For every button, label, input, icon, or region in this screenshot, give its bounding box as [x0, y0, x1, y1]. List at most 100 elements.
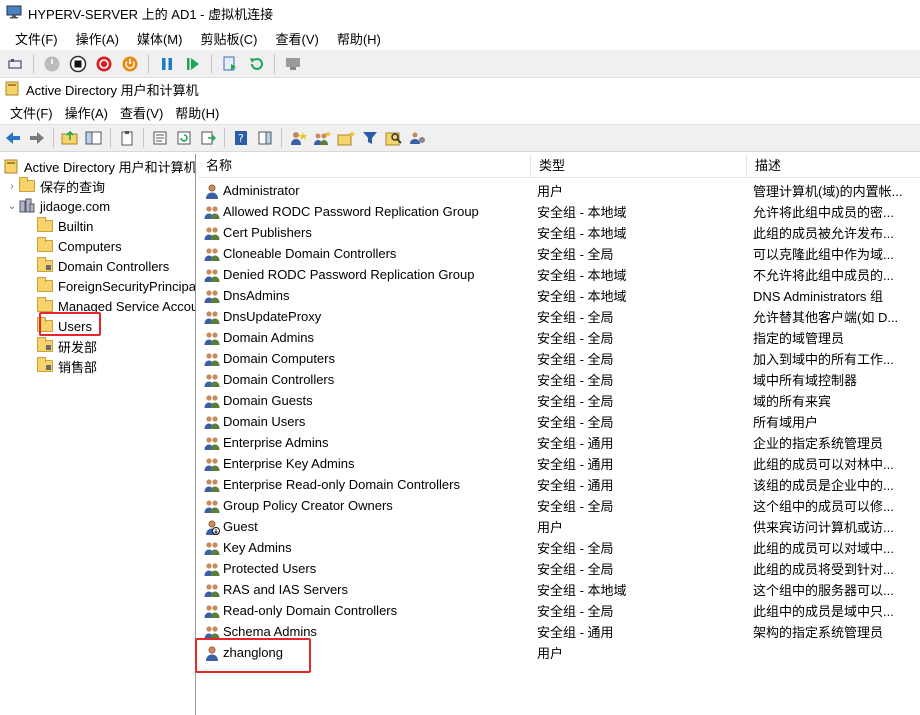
separator	[148, 53, 149, 74]
separator	[224, 128, 225, 148]
cell-description: 企业的指定系统管理员	[753, 436, 884, 451]
forward-arrow-icon[interactable]	[26, 127, 48, 149]
cell-description: 不允许将此组中成员的...	[753, 268, 894, 283]
cell-description: 加入到域中的所有工作...	[753, 352, 894, 367]
mmc-menu-view[interactable]: 查看(V)	[114, 103, 169, 122]
show-hide-tree-icon[interactable]	[83, 127, 105, 149]
tree-item-managed-service-accounts[interactable]: Managed Service Accounts	[24, 296, 195, 316]
table-row[interactable]: Schema Admins 安全组 - 通用 架构的指定系统管理员	[198, 621, 920, 642]
vm-menu-view[interactable]: 查看(V)	[267, 29, 328, 48]
table-row[interactable]: Cloneable Domain Controllers 安全组 - 全局 可以克隆…	[198, 243, 920, 264]
table-row[interactable]: Domain Computers 安全组 - 全局 加入到域中的所有工作...	[198, 348, 920, 369]
table-row[interactable]: RAS and IAS Servers 安全组 - 本地域 这个组中的服务器可以..…	[198, 579, 920, 600]
table-row[interactable]: Enterprise Read-only Domain Controllers 安…	[198, 474, 920, 495]
table-row[interactable]: Guest 用户 供来宾访问计算机或访...	[198, 516, 920, 537]
pause-icon[interactable]	[156, 53, 178, 75]
turn-off-icon[interactable]	[67, 53, 89, 75]
new-user-icon[interactable]	[287, 127, 309, 149]
tree-item-builtin[interactable]: Builtin	[24, 216, 93, 236]
new-ou-icon[interactable]	[335, 127, 357, 149]
tree-item-label: ForeignSecurityPrincipals	[58, 278, 196, 294]
tree-item-saved-queries[interactable]: › 保存的查询	[6, 176, 105, 196]
add-to-group-icon[interactable]	[407, 127, 429, 149]
table-row[interactable]: DnsAdmins 安全组 - 本地域 DNS Administrators 组	[198, 285, 920, 306]
tree-item-foreign-security-principals[interactable]: ForeignSecurityPrincipals	[24, 276, 196, 296]
cell-type: 安全组 - 全局	[537, 499, 614, 514]
column-header-type[interactable]: 类型	[531, 154, 747, 178]
tree-root[interactable]: Active Directory 用户和计算机	[2, 156, 195, 176]
table-row[interactable]: zhanglong 用户	[198, 642, 920, 663]
cell-description: 此组的成员可以对林中...	[753, 457, 894, 472]
mmc-menu-file[interactable]: 文件(F)	[4, 103, 59, 122]
cell-description: 此组的成员将受到针对...	[753, 562, 894, 577]
tree-item-users[interactable]: Users	[24, 316, 92, 336]
row-name-text: Domain Users	[223, 414, 306, 429]
vm-menu-media[interactable]: 媒体(M)	[128, 29, 192, 48]
resume-icon[interactable]	[182, 53, 204, 75]
row-name-text: Domain Admins	[223, 330, 315, 345]
revert-icon[interactable]	[245, 53, 267, 75]
group-icon	[204, 204, 220, 220]
table-row[interactable]: Denied RODC Password Replication Group 安全…	[198, 264, 920, 285]
vm-menu-file[interactable]: 文件(F)	[6, 29, 67, 48]
group-icon	[204, 393, 220, 409]
group-icon	[204, 624, 220, 640]
tree-item-rd-dept[interactable]: 研发部	[24, 336, 97, 356]
table-row[interactable]: Cert Publishers 安全组 - 本地域 此组的成员被允许发布...	[198, 222, 920, 243]
properties-icon[interactable]	[149, 127, 171, 149]
chevron-down-icon[interactable]: ⌄	[6, 201, 18, 212]
filter-icon[interactable]	[359, 127, 381, 149]
table-row[interactable]: Read-only Domain Controllers 安全组 - 全局 此组中的…	[198, 600, 920, 621]
ctrl-alt-del-icon[interactable]	[4, 53, 26, 75]
table-row[interactable]: Allowed RODC Password Replication Group 安…	[198, 201, 920, 222]
table-row[interactable]: Key Admins 安全组 - 全局 此组的成员可以对域中...	[198, 537, 920, 558]
vm-menu-clipboard[interactable]: 剪贴板(C)	[191, 29, 266, 48]
table-row[interactable]: Domain Admins 安全组 - 全局 指定的域管理员	[198, 327, 920, 348]
checkpoint-icon[interactable]	[219, 53, 241, 75]
save-state-icon[interactable]	[119, 53, 141, 75]
table-row[interactable]: Enterprise Admins 安全组 - 通用 企业的指定系统管理员	[198, 432, 920, 453]
refresh-icon[interactable]	[173, 127, 195, 149]
back-arrow-icon[interactable]	[2, 127, 24, 149]
cell-type: 用户	[537, 646, 564, 661]
tree-item-computers[interactable]: Computers	[24, 236, 122, 256]
vm-menu-help[interactable]: 帮助(H)	[328, 29, 390, 48]
mmc-menu-help[interactable]: 帮助(H)	[169, 103, 225, 122]
cell-name: Enterprise Read-only Domain Controllers	[198, 477, 531, 493]
new-group-icon[interactable]	[311, 127, 333, 149]
group-icon	[204, 561, 220, 577]
shut-down-icon[interactable]	[93, 53, 115, 75]
table-row[interactable]: Group Policy Creator Owners 安全组 - 全局 这个组中的…	[198, 495, 920, 516]
column-header-name[interactable]: 名称	[198, 154, 531, 178]
up-folder-icon[interactable]	[59, 127, 81, 149]
cell-name: Domain Guests	[198, 393, 531, 409]
group-icon	[204, 246, 220, 262]
help-icon[interactable]: ?	[230, 127, 252, 149]
row-name-text: zhanglong	[223, 645, 283, 660]
chevron-right-icon[interactable]: ›	[6, 181, 18, 192]
table-row[interactable]: Domain Controllers 安全组 - 全局 域中所有域控制器	[198, 369, 920, 390]
tree-item-sales-dept[interactable]: 销售部	[24, 356, 97, 376]
table-row[interactable]: Administrator 用户 管理计算机(域)的内置帐...	[198, 180, 920, 201]
table-row[interactable]: Domain Users 安全组 - 全局 所有域用户	[198, 411, 920, 432]
cell-description: 该组的成员是企业中的...	[753, 478, 894, 493]
action-pane-icon[interactable]	[254, 127, 276, 149]
cell-name: Key Admins	[198, 540, 531, 556]
mmc-window-title: Active Directory 用户和计算机	[26, 82, 199, 98]
table-row[interactable]: DnsUpdateProxy 安全组 - 全局 允许替其他客户端(如 D...	[198, 306, 920, 327]
mmc-menu-action[interactable]: 操作(A)	[59, 103, 114, 122]
export-list-icon[interactable]	[197, 127, 219, 149]
table-row[interactable]: Protected Users 安全组 - 全局 此组的成员将受到针对...	[198, 558, 920, 579]
row-name-text: Enterprise Admins	[223, 435, 329, 450]
column-header-description[interactable]: 描述	[747, 154, 920, 178]
tree-item-domain-controllers[interactable]: Domain Controllers	[24, 256, 169, 276]
tree-item-domain[interactable]: ⌄ jidaoge.com	[6, 196, 110, 216]
find-icon[interactable]	[383, 127, 405, 149]
row-name-text: Domain Guests	[223, 393, 313, 408]
clipboard-icon[interactable]	[116, 127, 138, 149]
start-icon[interactable]	[41, 53, 63, 75]
vm-menu-action[interactable]: 操作(A)	[67, 29, 128, 48]
table-row[interactable]: Enterprise Key Admins 安全组 - 通用 此组的成员可以对林中.…	[198, 453, 920, 474]
table-row[interactable]: Domain Guests 安全组 - 全局 域的所有来宾	[198, 390, 920, 411]
enhanced-session-icon[interactable]	[282, 53, 304, 75]
